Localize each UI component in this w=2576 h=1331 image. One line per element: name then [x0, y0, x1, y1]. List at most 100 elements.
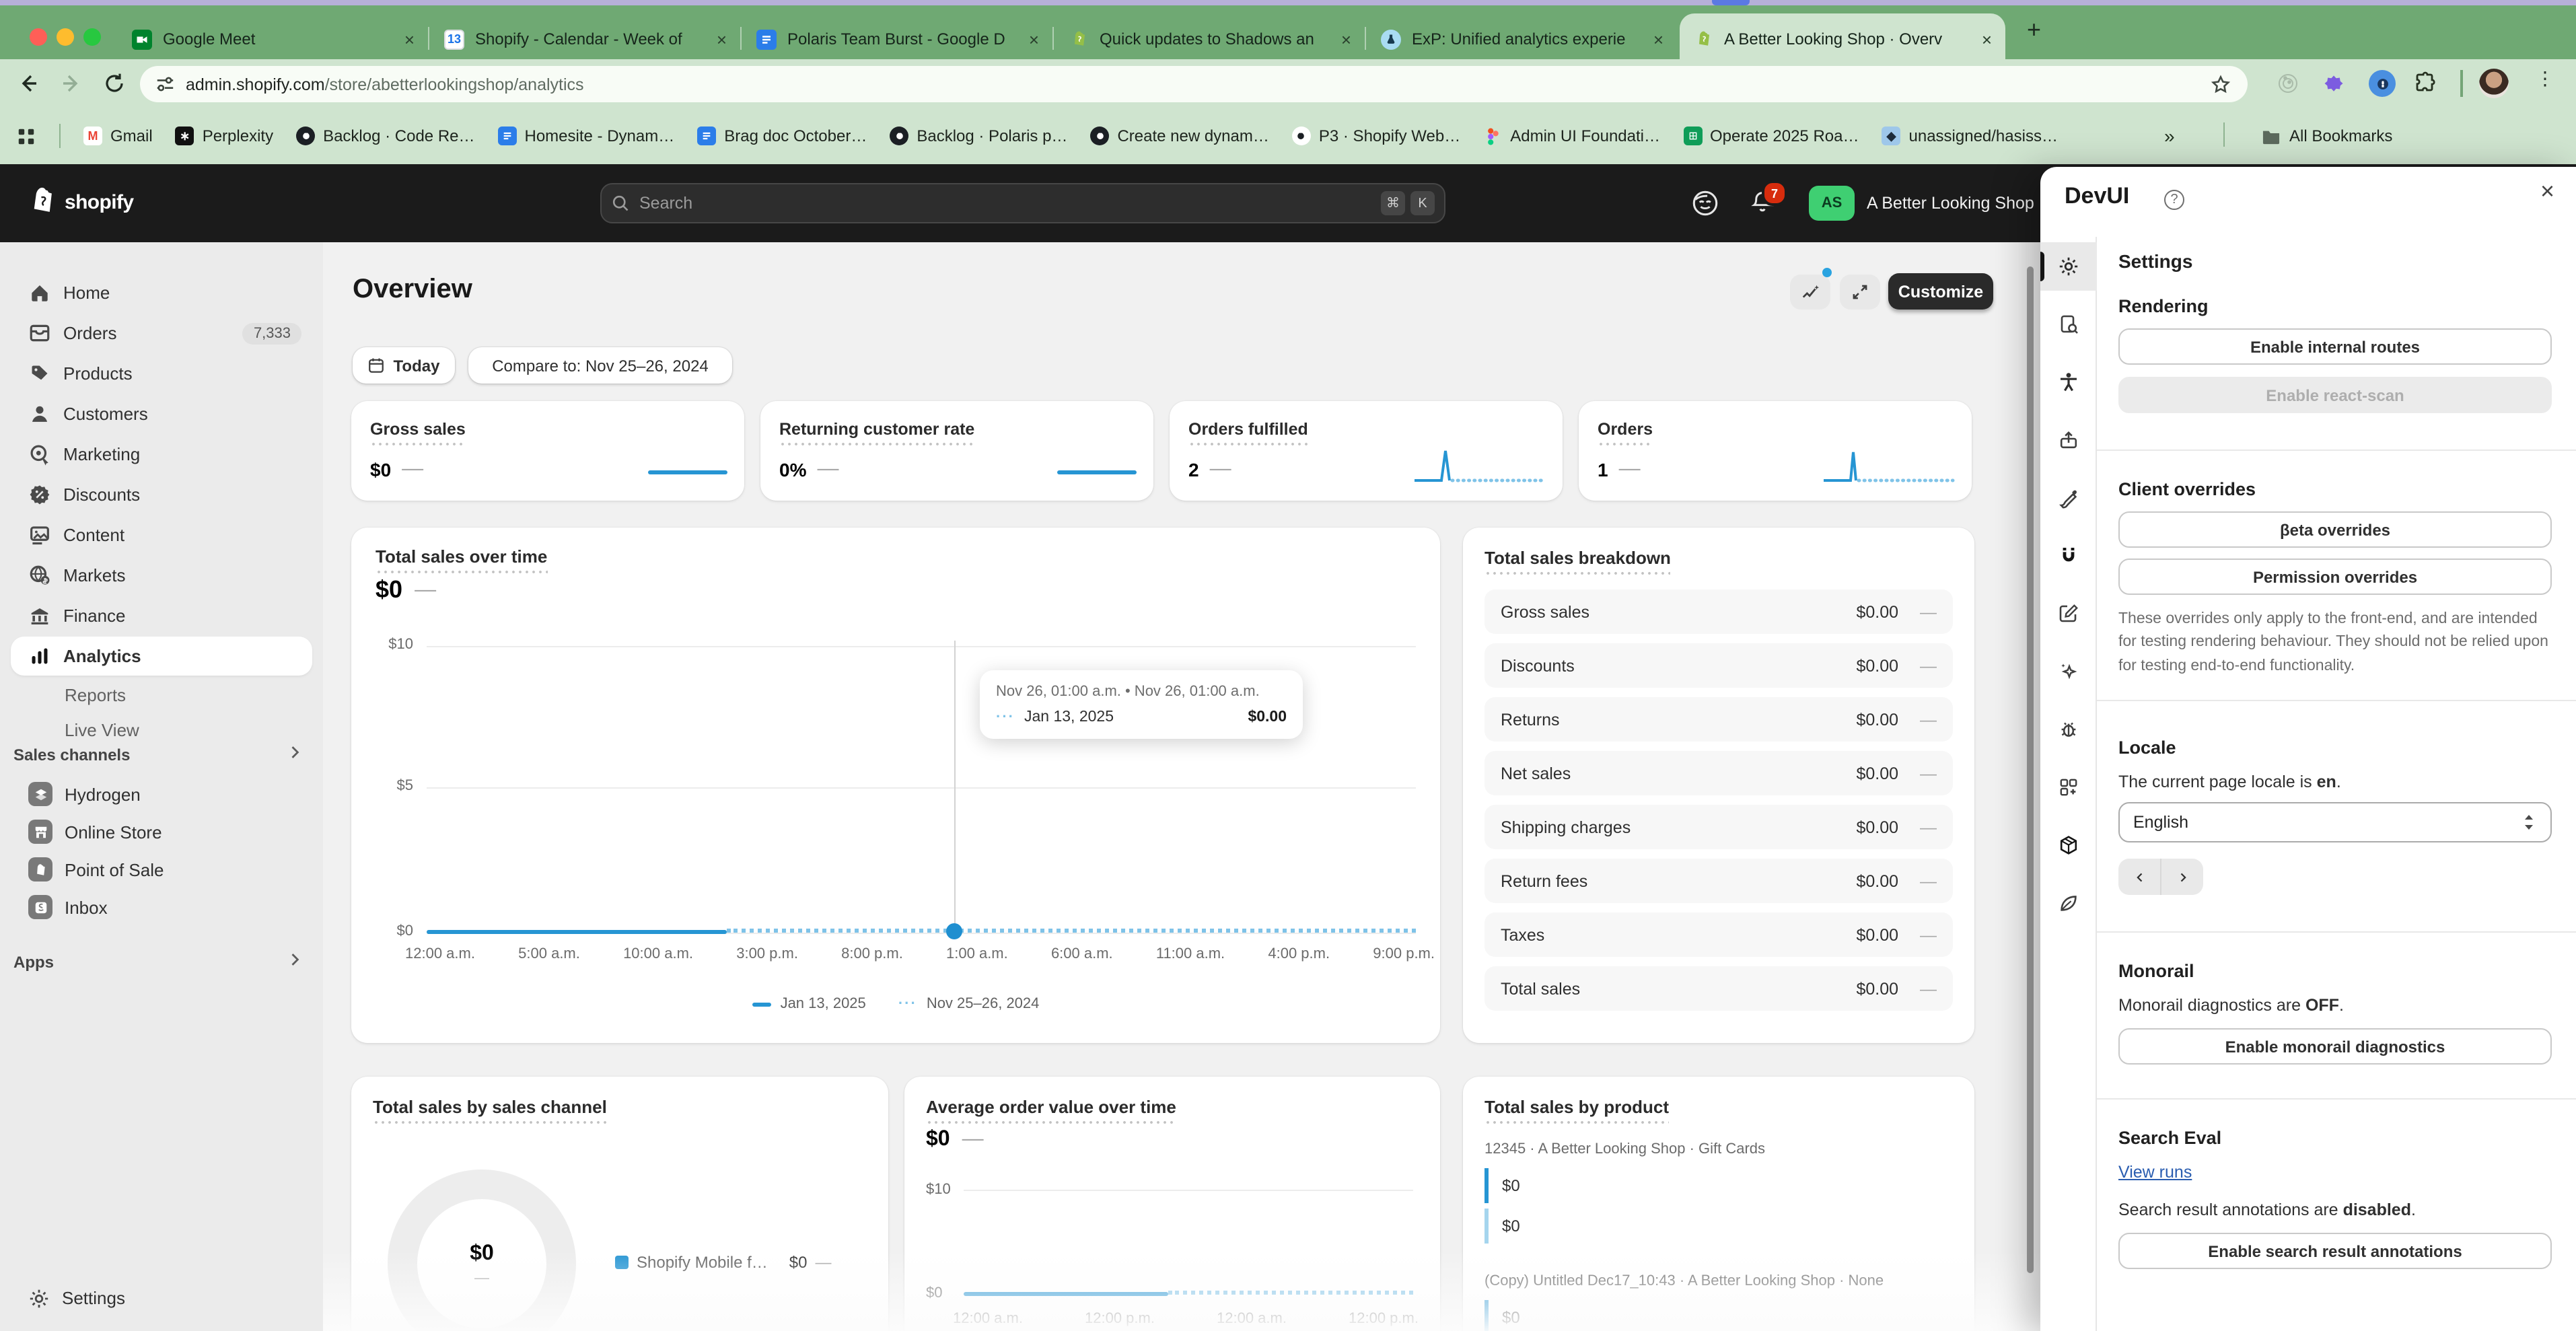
- all-bookmarks-button[interactable]: All Bookmarks: [2261, 127, 2392, 145]
- sidebar-item-orders[interactable]: Orders7,333: [11, 314, 312, 353]
- bookmark-figma[interactable]: Admin UI Foundati…: [1483, 127, 1660, 145]
- bookmark-homesite[interactable]: Homesite - Dynam…: [498, 127, 675, 145]
- rail-accessibility-tab[interactable]: [2040, 358, 2096, 406]
- tab-google-meet[interactable]: Google Meet ×: [118, 19, 428, 59]
- bookmark-star-icon[interactable]: [2210, 73, 2231, 95]
- metric-card-returning-rate[interactable]: Returning customer rate 0%—: [760, 401, 1153, 501]
- breakdown-row[interactable]: Taxes$0.00—: [1484, 912, 1953, 957]
- forward-icon[interactable]: [59, 71, 83, 96]
- breakdown-row[interactable]: Gross sales$0.00—: [1484, 589, 1953, 634]
- fullscreen-button[interactable]: [1840, 275, 1880, 310]
- close-tab-icon[interactable]: ×: [1982, 29, 1992, 49]
- sidebar-item-finance[interactable]: Finance: [11, 596, 312, 635]
- bookmark-sheets[interactable]: Operate 2025 Roa…: [1683, 127, 1859, 145]
- site-settings-icon[interactable]: [155, 74, 175, 94]
- enable-internal-routes-button[interactable]: Enable internal routes: [2118, 328, 2552, 365]
- rail-editor-tab[interactable]: [2040, 589, 2096, 638]
- new-tab-button[interactable]: +: [2027, 16, 2041, 44]
- rail-sparkle-tab[interactable]: [2040, 647, 2096, 696]
- enable-annotations-button[interactable]: Enable search result annotations: [2118, 1233, 2552, 1269]
- bookmark-gmail[interactable]: MGmail: [83, 127, 153, 145]
- close-tab-icon[interactable]: ×: [717, 29, 727, 49]
- sidebar-item-analytics[interactable]: Analytics: [11, 637, 312, 676]
- bookmark-unassigned[interactable]: ◆unassigned/hasiss…: [1882, 127, 2058, 145]
- prev-locale-button[interactable]: [2118, 859, 2161, 895]
- extensions-puzzle-icon[interactable]: [2414, 71, 2437, 94]
- devui-close-icon[interactable]: ×: [2540, 178, 2554, 206]
- breakdown-row[interactable]: Net sales$0.00—: [1484, 751, 1953, 795]
- sidebar-item-home[interactable]: Home: [11, 273, 312, 312]
- total-sales-chart-card[interactable]: Total sales over time $0— $10 $5 $0 Nov …: [351, 528, 1440, 1043]
- beta-overrides-button[interactable]: βeta overrides: [2118, 511, 2552, 548]
- sidebar-item-customers[interactable]: Customers: [11, 394, 312, 433]
- rail-settings-tab[interactable]: [2040, 242, 2096, 291]
- breakdown-row[interactable]: Shipping charges$0.00—: [1484, 805, 1953, 849]
- profile-avatar[interactable]: [2479, 69, 2509, 98]
- metric-card-orders-fulfilled[interactable]: Orders fulfilled 2—: [1170, 401, 1563, 501]
- close-tab-icon[interactable]: ×: [1653, 29, 1663, 49]
- sidebar-item-markets[interactable]: Markets: [11, 556, 312, 595]
- rail-deploy-tab[interactable]: [2040, 416, 2096, 464]
- breakdown-row[interactable]: Total sales$0.00—: [1484, 966, 1953, 1011]
- bookmark-create-dynamic[interactable]: Create new dynam…: [1090, 127, 1268, 145]
- apps-grid-icon[interactable]: [16, 126, 36, 146]
- sidebar-item-products[interactable]: Products: [11, 354, 312, 393]
- sidebar-item-content[interactable]: Content: [11, 515, 312, 554]
- date-range-button[interactable]: Today: [353, 347, 455, 384]
- browser-menu-icon[interactable]: ⋮: [2536, 67, 2554, 90]
- shopify-logo[interactable]: shopify: [27, 186, 134, 218]
- maximize-window-button[interactable]: [83, 28, 101, 46]
- rail-package-tab[interactable]: [2040, 821, 2096, 869]
- tab-active-shop-overview[interactable]: A Better Looking Shop · Overv ×: [1680, 13, 2005, 65]
- extension-radar-icon[interactable]: [2277, 73, 2299, 94]
- view-runs-link[interactable]: View runs: [2118, 1163, 2192, 1182]
- bookmark-backlog-code[interactable]: Backlog · Code Re…: [296, 127, 474, 145]
- sidebar-item-reports[interactable]: Reports: [11, 678, 312, 712]
- sidebar-channel-hydrogen[interactable]: Hydrogen: [11, 775, 312, 813]
- breakdown-row[interactable]: Discounts$0.00—: [1484, 643, 1953, 688]
- onepassword-icon[interactable]: [2369, 70, 2396, 97]
- notifications-button[interactable]: 7: [1750, 190, 1775, 218]
- global-search-input[interactable]: Search ⌘ K: [600, 183, 1445, 223]
- chevron-right-icon[interactable]: [285, 743, 304, 762]
- breakdown-row[interactable]: Returns$0.00—: [1484, 697, 1953, 742]
- minimize-window-button[interactable]: [57, 28, 74, 46]
- chevron-right-icon[interactable]: [285, 950, 304, 969]
- main-scrollbar-thumb[interactable]: [2027, 266, 2034, 1273]
- bookmark-backlog-polaris[interactable]: Backlog · Polaris p…: [890, 127, 1067, 145]
- locale-select[interactable]: English: [2118, 802, 2552, 842]
- bookmark-p3-shopify[interactable]: P3 · Shopify Web…: [1292, 127, 1460, 145]
- back-icon[interactable]: [16, 71, 40, 96]
- tab-calendar[interactable]: 13 Shopify - Calendar - Week of ×: [431, 19, 740, 59]
- rail-theme-tab[interactable]: [2040, 474, 2096, 522]
- store-menu[interactable]: AS A Better Looking Shop: [1809, 186, 2034, 221]
- next-locale-button[interactable]: [2161, 859, 2203, 895]
- bookmark-perplexity[interactable]: ∗Perplexity: [176, 127, 273, 145]
- permission-overrides-button[interactable]: Permission overrides: [2118, 559, 2552, 595]
- close-tab-icon[interactable]: ×: [404, 29, 415, 49]
- rail-inspector-tab[interactable]: [2040, 300, 2096, 349]
- sidebar-item-settings[interactable]: Settings: [11, 1279, 312, 1318]
- sidebar-item-marketing[interactable]: Marketing: [11, 435, 312, 474]
- sidebar-channel-inbox[interactable]: Inbox: [11, 888, 312, 926]
- tab-polaris-doc[interactable]: Polaris Team Burst - Google D ×: [743, 19, 1052, 59]
- tab-exp[interactable]: ExP: Unified analytics experie ×: [1367, 19, 1677, 59]
- sidekick-icon[interactable]: [1690, 188, 1720, 218]
- sidebar-item-live-view[interactable]: Live View: [11, 713, 312, 747]
- rail-magnet-tab[interactable]: [2040, 532, 2096, 580]
- breakdown-row[interactable]: Return fees$0.00—: [1484, 859, 1953, 903]
- customize-button[interactable]: Customize: [1888, 273, 1993, 310]
- sidebar-channel-online-store[interactable]: Online Store: [11, 813, 312, 851]
- reload-icon[interactable]: [102, 71, 127, 96]
- compare-button[interactable]: Compare to: Nov 25–26, 2024: [468, 347, 732, 384]
- rail-bug-tab[interactable]: [2040, 705, 2096, 754]
- close-tab-icon[interactable]: ×: [1341, 29, 1351, 49]
- close-window-button[interactable]: [30, 28, 47, 46]
- anomaly-insights-button[interactable]: [1790, 275, 1830, 310]
- rail-leaf-tab[interactable]: [2040, 879, 2096, 927]
- tab-shadows[interactable]: Quick updates to Shadows an ×: [1055, 19, 1365, 59]
- metric-card-gross-sales[interactable]: Gross sales $0—: [351, 401, 744, 501]
- sidebar-channel-pos[interactable]: Point of Sale: [11, 851, 312, 888]
- close-tab-icon[interactable]: ×: [1029, 29, 1039, 49]
- extension-purple-icon[interactable]: [2323, 73, 2345, 94]
